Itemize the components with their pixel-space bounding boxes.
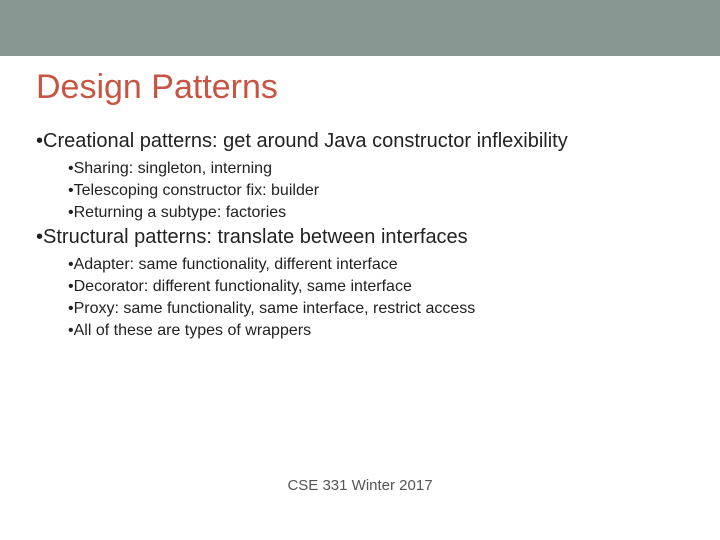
section-heading-text: Structural patterns: translate between i… [43, 226, 468, 248]
list-item-text: Proxy: same functionality, same interfac… [74, 300, 476, 317]
section-heading-text: Creational patterns: get around Java con… [43, 130, 568, 152]
list-item: •Sharing: singleton, interning [36, 159, 684, 179]
list-item: •Returning a subtype: factories [36, 203, 684, 223]
slide-title: Design Patterns [36, 68, 684, 107]
section-heading: •Creational patterns: get around Java co… [36, 129, 684, 153]
bullet-icon: • [36, 225, 43, 249]
list-item-text: Telescoping constructor fix: builder [74, 182, 319, 199]
list-item-text: Adapter: same functionality, different i… [74, 256, 398, 273]
list-item: •Decorator: different functionality, sam… [36, 277, 684, 297]
list-item-text: Returning a subtype: factories [74, 204, 287, 221]
slide-content: Design Patterns •Creational patterns: ge… [0, 56, 720, 341]
list-item: •Telescoping constructor fix: builder [36, 181, 684, 201]
list-item: •All of these are types of wrappers [36, 321, 684, 341]
list-item: •Adapter: same functionality, different … [36, 255, 684, 275]
list-item-text: Sharing: singleton, interning [74, 160, 272, 177]
list-item-text: Decorator: different functionality, same… [74, 278, 412, 295]
top-bar [0, 0, 720, 56]
list-item: •Proxy: same functionality, same interfa… [36, 299, 684, 319]
section-heading: •Structural patterns: translate between … [36, 225, 684, 249]
bullet-icon: • [36, 129, 43, 153]
list-item-text: All of these are types of wrappers [74, 322, 311, 339]
slide-footer: CSE 331 Winter 2017 [0, 477, 720, 494]
